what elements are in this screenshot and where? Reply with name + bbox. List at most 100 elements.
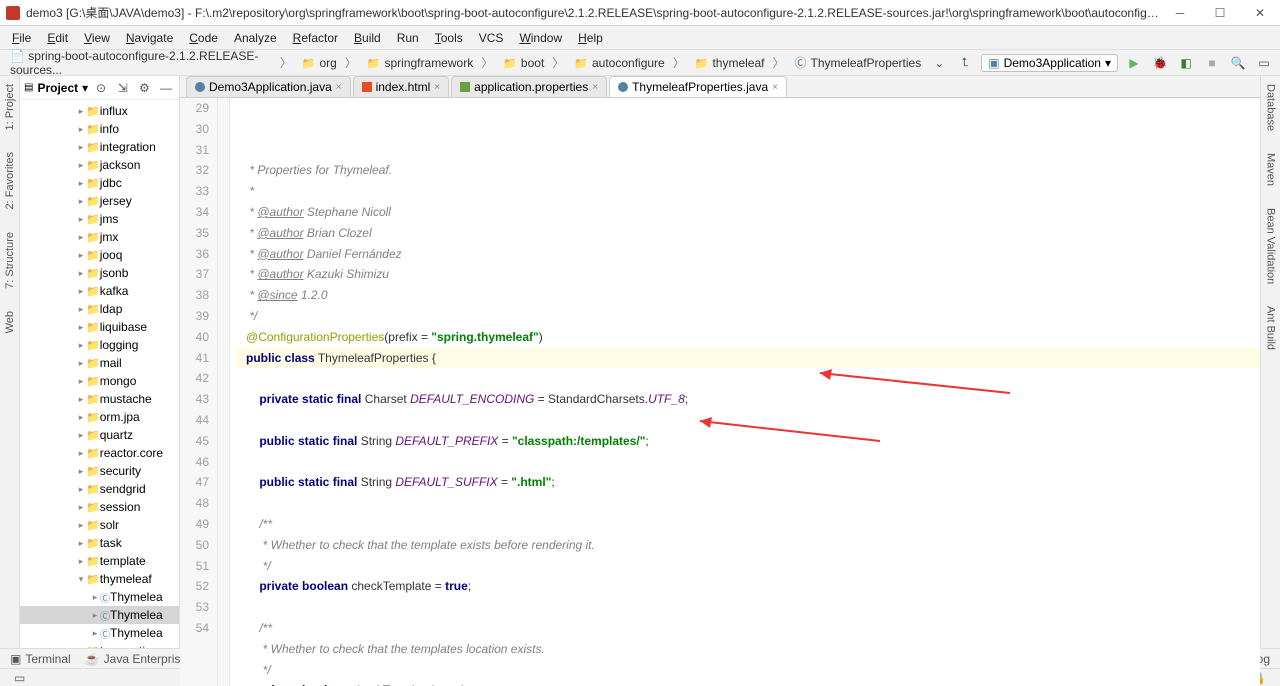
editor-tab[interactable]: application.properties× <box>451 76 607 97</box>
run-config-label: Demo3Application <box>1004 56 1101 70</box>
editor-tabs: Demo3Application.java×index.html×applica… <box>180 76 1260 98</box>
tool-web[interactable]: Web <box>4 307 16 337</box>
tree-node[interactable]: ▸Ⓒ Thymelea <box>20 624 179 642</box>
menu-file[interactable]: File <box>4 29 39 47</box>
tree-node[interactable]: ▸ mail <box>20 354 179 372</box>
menu-vcs[interactable]: VCS <box>471 29 512 47</box>
menu-analyze[interactable]: Analyze <box>226 29 285 47</box>
tab-terminal[interactable]: ▣Terminal <box>10 652 71 666</box>
layout-icon[interactable]: ▭ <box>1254 53 1274 73</box>
tool-structure[interactable]: 7: Structure <box>4 228 16 293</box>
tree-node[interactable]: ▸ session <box>20 498 179 516</box>
tool-bean-validation[interactable]: Bean Validation <box>1265 204 1277 288</box>
collapse-icon[interactable]: ⇲ <box>114 78 132 98</box>
code-area[interactable]: 2930313233343536373839404142434445464748… <box>180 98 1260 686</box>
tree-node[interactable]: ▸ mustache <box>20 390 179 408</box>
debug-button[interactable]: 🐞 <box>1150 53 1170 73</box>
main-area: 1: Project 2: Favorites 7: Structure Web… <box>0 76 1280 648</box>
menu-build[interactable]: Build <box>346 29 389 47</box>
menu-code[interactable]: Code <box>181 29 226 47</box>
crumb-item[interactable]: autoconfigure〉 <box>570 53 688 72</box>
menu-window[interactable]: Window <box>511 29 570 47</box>
line-gutter: 2930313233343536373839404142434445464748… <box>180 98 218 686</box>
tree-node[interactable]: ▸ jsonb <box>20 264 179 282</box>
tree-node[interactable]: ▸Ⓒ Thymelea <box>20 606 179 624</box>
tree-node[interactable]: ▸ task <box>20 534 179 552</box>
tree-node[interactable]: ▸ jmx <box>20 228 179 246</box>
status-icon[interactable]: ▭ <box>6 671 33 685</box>
app-icon <box>6 6 20 20</box>
crumb-item[interactable]: thymeleaf〉 <box>691 53 789 72</box>
hammer-icon[interactable]: ⮤ <box>955 53 975 73</box>
tree-node[interactable]: ▸ logging <box>20 336 179 354</box>
tool-favorites[interactable]: 2: Favorites <box>4 148 16 213</box>
tree-node[interactable]: ▸ jackson <box>20 156 179 174</box>
tool-project[interactable]: 1: Project <box>4 80 16 134</box>
tree-node[interactable]: ▾ thymeleaf <box>20 570 179 588</box>
right-tool-strip: Database Maven Bean Validation Ant Build <box>1260 76 1280 648</box>
minimize-button[interactable]: ─ <box>1160 0 1200 25</box>
editor-tab[interactable]: index.html× <box>353 76 450 97</box>
nav-dropdown-icon[interactable]: ⌄ <box>929 53 949 73</box>
titlebar: demo3 [G:\桌面\JAVA\demo3] - F:\.m2\reposi… <box>0 0 1280 26</box>
tree-node[interactable]: ▸ kafka <box>20 282 179 300</box>
project-title: Project <box>37 81 78 95</box>
tree-node[interactable]: ▸ jms <box>20 210 179 228</box>
search-icon[interactable]: 🔍 <box>1228 53 1248 73</box>
hide-icon[interactable]: — <box>157 78 175 98</box>
tool-database[interactable]: Database <box>1265 80 1277 135</box>
coverage-button[interactable]: ◧ <box>1176 53 1196 73</box>
chevron-down-icon: ▾ <box>1105 56 1111 70</box>
tree-node[interactable]: ▸ jdbc <box>20 174 179 192</box>
tree-node[interactable]: ▸ mongo <box>20 372 179 390</box>
locate-icon[interactable]: ⊙ <box>92 78 110 98</box>
tree-node[interactable]: ▸ quartz <box>20 426 179 444</box>
menu-tools[interactable]: Tools <box>427 29 471 47</box>
fold-gutter[interactable] <box>218 98 230 686</box>
stop-button[interactable]: ■ <box>1202 53 1222 73</box>
tree-node[interactable]: ▸ liquibase <box>20 318 179 336</box>
tree-node[interactable]: ▸ template <box>20 552 179 570</box>
menu-navigate[interactable]: Navigate <box>118 29 181 47</box>
crumb-item[interactable]: springframework〉 <box>363 53 497 72</box>
tree-node[interactable]: ▸ security <box>20 462 179 480</box>
tree-node[interactable]: ▸ sendgrid <box>20 480 179 498</box>
project-tree[interactable]: ▸ influx▸ info▸ integration▸ jackson▸ jd… <box>20 100 179 648</box>
menu-run[interactable]: Run <box>389 29 427 47</box>
maximize-button[interactable]: ☐ <box>1200 0 1240 25</box>
tree-node[interactable]: ▸ integration <box>20 138 179 156</box>
menubar: File Edit View Navigate Code Analyze Ref… <box>0 26 1280 50</box>
tree-node[interactable]: ▸ info <box>20 120 179 138</box>
tree-node[interactable]: ▸ influx <box>20 102 179 120</box>
tree-node[interactable]: ▸ orm.jpa <box>20 408 179 426</box>
tree-node[interactable]: ▸ jersey <box>20 192 179 210</box>
gear-icon[interactable]: ⚙ <box>136 78 154 98</box>
tree-node[interactable]: ▸ solr <box>20 516 179 534</box>
menu-view[interactable]: View <box>76 29 118 47</box>
crumb-item[interactable]: 📄 spring-boot-autoconfigure-2.1.2.RELEAS… <box>6 48 296 78</box>
tool-ant-build[interactable]: Ant Build <box>1265 302 1277 354</box>
project-panel: ▤ Project ▾ ⊙ ⇲ ⚙ — ▸ influx▸ info▸ inte… <box>20 76 180 648</box>
tree-node[interactable]: ▸ ldap <box>20 300 179 318</box>
tab-java-enterprise[interactable]: ☕Java Enterprise <box>85 652 187 666</box>
navbar: 📄 spring-boot-autoconfigure-2.1.2.RELEAS… <box>0 50 1280 76</box>
editor-tab[interactable]: Demo3Application.java× <box>186 76 351 97</box>
run-button[interactable]: ▶ <box>1124 53 1144 73</box>
crumb-item[interactable]: boot〉 <box>499 53 568 72</box>
code-text[interactable]: * Properties for Thymeleaf. * * @author … <box>230 98 1260 686</box>
close-button[interactable]: ✕ <box>1240 0 1280 25</box>
menu-refactor[interactable]: Refactor <box>285 29 346 47</box>
tree-node[interactable]: ▸ jooq <box>20 246 179 264</box>
tree-node[interactable]: ▸ transaction <box>20 642 179 648</box>
window-title: demo3 [G:\桌面\JAVA\demo3] - F:\.m2\reposi… <box>26 4 1160 21</box>
editor-tab[interactable]: ThymeleafProperties.java× <box>609 76 787 97</box>
tree-node[interactable]: ▸ reactor.core <box>20 444 179 462</box>
menu-edit[interactable]: Edit <box>39 29 76 47</box>
tool-maven[interactable]: Maven <box>1265 149 1277 190</box>
menu-help[interactable]: Help <box>570 29 611 47</box>
crumb-item[interactable]: org〉 <box>298 53 361 72</box>
tree-node[interactable]: ▸Ⓒ Thymelea <box>20 588 179 606</box>
crumb-item[interactable]: Ⓒ ThymeleafProperties <box>791 53 926 72</box>
left-tool-strip: 1: Project 2: Favorites 7: Structure Web <box>0 76 20 648</box>
run-config-combo[interactable]: ▣ Demo3Application ▾ <box>981 54 1118 72</box>
